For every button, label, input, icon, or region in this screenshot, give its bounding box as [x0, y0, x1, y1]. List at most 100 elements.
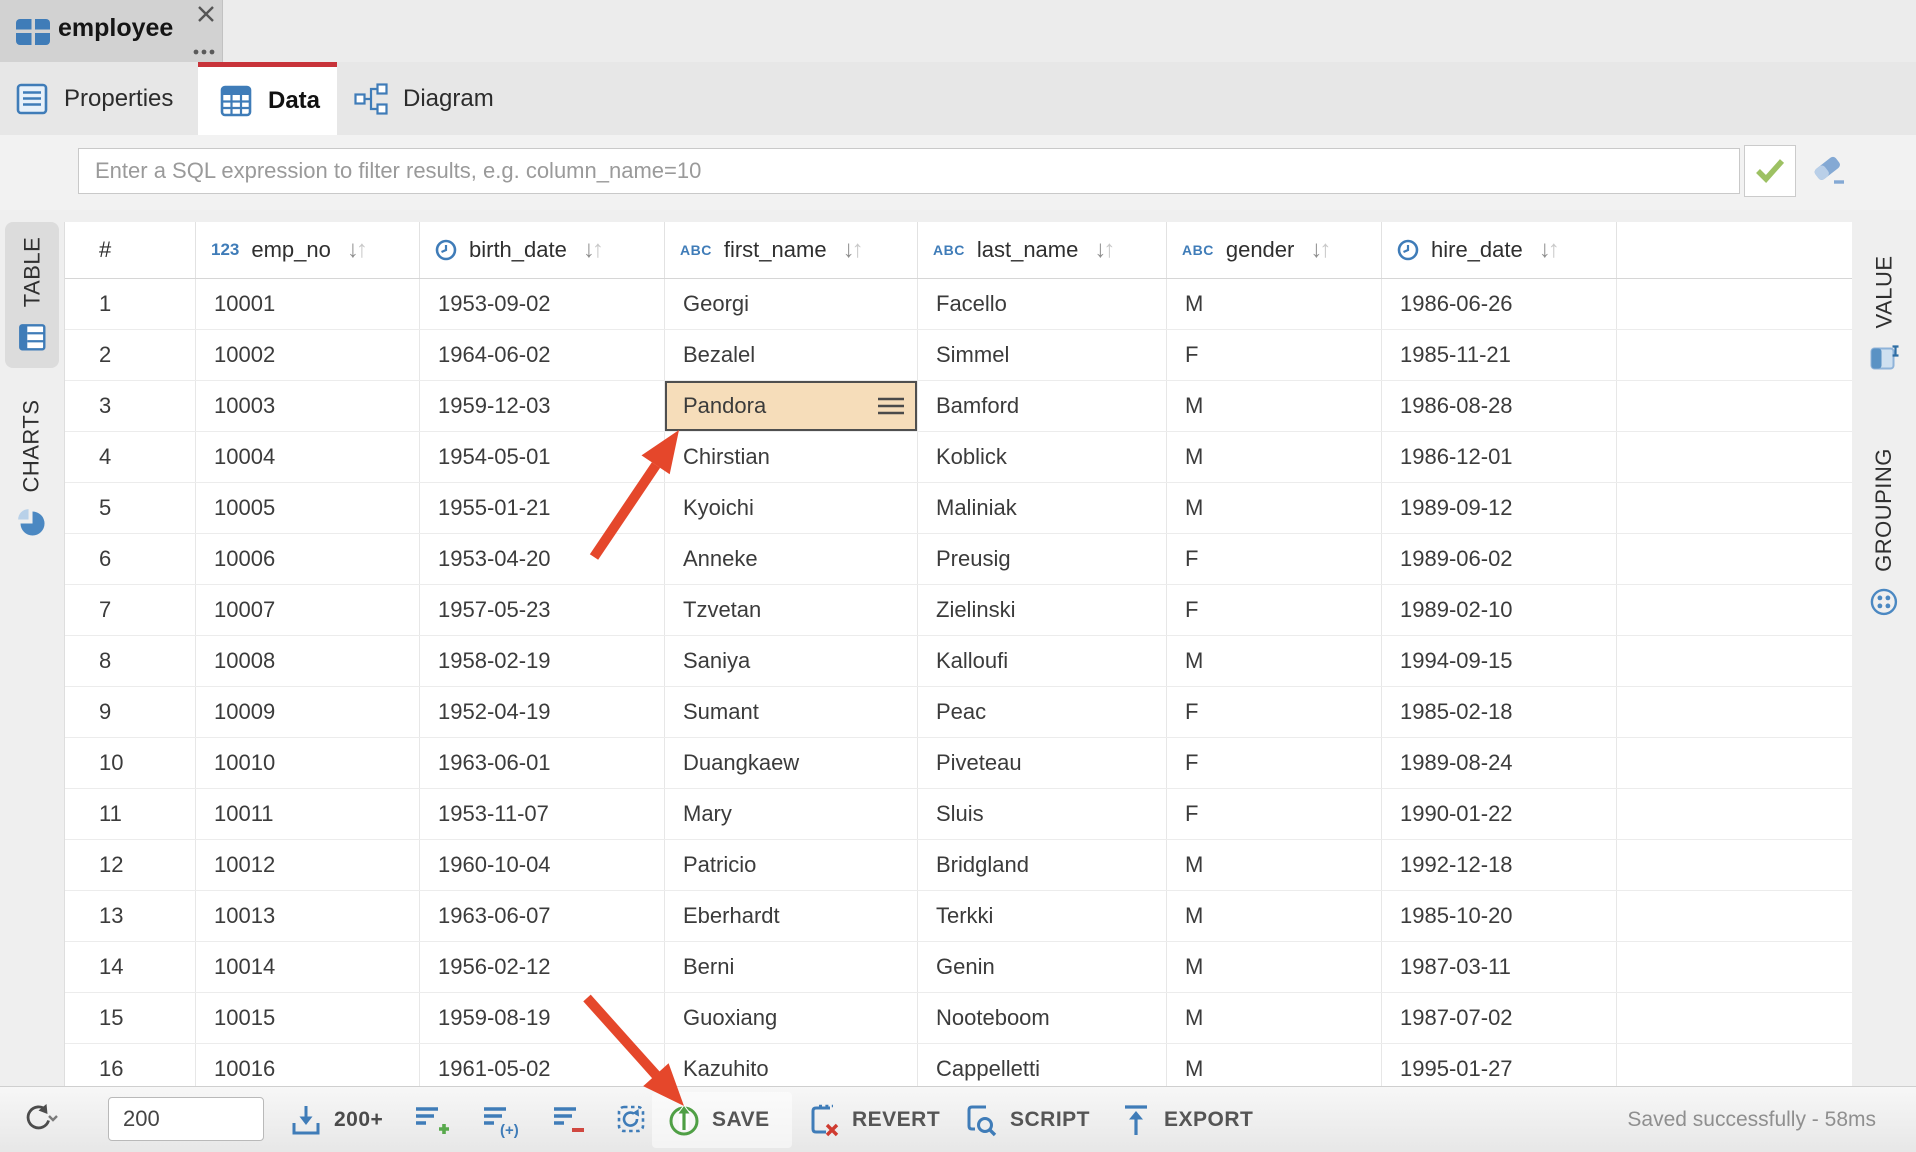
row-number[interactable]: 2: [65, 330, 196, 380]
row-number[interactable]: 13: [65, 891, 196, 941]
grid-cell-first_name-row8[interactable]: Saniya: [665, 636, 918, 686]
grid-cell-last_name-row12[interactable]: Bridgland: [918, 840, 1167, 890]
row-number[interactable]: 6: [65, 534, 196, 584]
row-number[interactable]: 1: [65, 279, 196, 329]
grid-cell-gender-row9[interactable]: F: [1167, 687, 1382, 737]
revert-button[interactable]: REVERT: [806, 1087, 940, 1152]
grid-cell-emp_no-row7[interactable]: 10007: [196, 585, 420, 635]
grid-cell-hire_date-row9[interactable]: 1985-02-18: [1382, 687, 1617, 737]
grid-cell-gender-row7[interactable]: F: [1167, 585, 1382, 635]
grid-cell-first_name-row14[interactable]: Berni: [665, 942, 918, 992]
grid-cell-hire_date-row2[interactable]: 1985-11-21: [1382, 330, 1617, 380]
grid-cell-birth_date-row14[interactable]: 1956-02-12: [420, 942, 665, 992]
grid-cell-last_name-row9[interactable]: Peac: [918, 687, 1167, 737]
grid-cell-emp_no-row5[interactable]: 10005: [196, 483, 420, 533]
sql-filter-input[interactable]: [78, 148, 1740, 194]
sort-icons[interactable]: ↓↑: [1539, 236, 1557, 264]
grid-cell-first_name-row5[interactable]: Kyoichi: [665, 483, 918, 533]
grid-cell-hire_date-row13[interactable]: 1985-10-20: [1382, 891, 1617, 941]
grid-cell-emp_no-row13[interactable]: 10013: [196, 891, 420, 941]
sort-icons[interactable]: ↓↑: [583, 236, 601, 264]
sort-icons[interactable]: ↓↑: [1094, 236, 1112, 264]
panel-tab-charts[interactable]: CHARTS: [0, 390, 64, 548]
fetch-next-page-button[interactable]: 200+: [288, 1087, 383, 1152]
fetch-size-input[interactable]: [108, 1097, 264, 1141]
grid-cell-gender-row15[interactable]: M: [1167, 993, 1382, 1043]
grid-cell-birth_date-row3[interactable]: 1959-12-03: [420, 381, 665, 431]
row-number[interactable]: 10: [65, 738, 196, 788]
grid-cell-first_name-row2[interactable]: Bezalel: [665, 330, 918, 380]
grid-cell-birth_date-row10[interactable]: 1963-06-01: [420, 738, 665, 788]
grid-cell-first_name-row15[interactable]: Guoxiang: [665, 993, 918, 1043]
grid-cell-emp_no-row3[interactable]: 10003: [196, 381, 420, 431]
tab-properties[interactable]: Properties: [0, 62, 198, 135]
column-header-hire_date[interactable]: hire_date↓↑: [1382, 222, 1617, 278]
grid-cell-last_name-row7[interactable]: Zielinski: [918, 585, 1167, 635]
grid-cell-last_name-row6[interactable]: Preusig: [918, 534, 1167, 584]
grid-cell-gender-row6[interactable]: F: [1167, 534, 1382, 584]
grid-cell-gender-row4[interactable]: M: [1167, 432, 1382, 482]
grid-cell-birth_date-row4[interactable]: 1954-05-01: [420, 432, 665, 482]
grid-cell-emp_no-row1[interactable]: 10001: [196, 279, 420, 329]
grid-cell-hire_date-row7[interactable]: 1989-02-10: [1382, 585, 1617, 635]
grid-cell-first_name-row1[interactable]: Georgi: [665, 279, 918, 329]
grid-cell-emp_no-row4[interactable]: 10004: [196, 432, 420, 482]
grid-cell-last_name-row4[interactable]: Koblick: [918, 432, 1167, 482]
column-header-birth_date[interactable]: birth_date↓↑: [420, 222, 665, 278]
grid-cell-gender-row2[interactable]: F: [1167, 330, 1382, 380]
grid-cell-hire_date-row14[interactable]: 1987-03-11: [1382, 942, 1617, 992]
selected-cell-first_name[interactable]: Pandora: [665, 381, 918, 431]
row-number[interactable]: 9: [65, 687, 196, 737]
grid-cell-last_name-row13[interactable]: Terkki: [918, 891, 1167, 941]
grid-cell-birth_date-row6[interactable]: 1953-04-20: [420, 534, 665, 584]
grid-cell-hire_date-row11[interactable]: 1990-01-22: [1382, 789, 1617, 839]
grid-cell-last_name-row11[interactable]: Sluis: [918, 789, 1167, 839]
refresh-button[interactable]: [20, 1087, 60, 1152]
grid-cell-hire_date-row6[interactable]: 1989-06-02: [1382, 534, 1617, 584]
grid-cell-emp_no-row14[interactable]: 10014: [196, 942, 420, 992]
grid-cell-birth_date-row13[interactable]: 1963-06-07: [420, 891, 665, 941]
grid-cell-birth_date-row2[interactable]: 1964-06-02: [420, 330, 665, 380]
grid-cell-emp_no-row10[interactable]: 10010: [196, 738, 420, 788]
grid-cell-first_name-row4[interactable]: Chirstian: [665, 432, 918, 482]
column-header-rownum[interactable]: #: [65, 222, 196, 278]
grid-cell-hire_date-row5[interactable]: 1989-09-12: [1382, 483, 1617, 533]
sort-icons[interactable]: ↓↑: [347, 236, 365, 264]
column-header-emp_no[interactable]: 123emp_no↓↑: [196, 222, 420, 278]
grid-cell-gender-row13[interactable]: M: [1167, 891, 1382, 941]
grid-cell-birth_date-row5[interactable]: 1955-01-21: [420, 483, 665, 533]
script-button[interactable]: SCRIPT: [962, 1087, 1090, 1152]
column-header-last_name[interactable]: ABClast_name↓↑: [918, 222, 1167, 278]
grid-cell-emp_no-row8[interactable]: 10008: [196, 636, 420, 686]
column-header-gender[interactable]: ABCgender↓↑: [1167, 222, 1382, 278]
row-number[interactable]: 11: [65, 789, 196, 839]
tab-diagram[interactable]: Diagram: [337, 62, 522, 135]
delete-row-button[interactable]: [550, 1087, 586, 1152]
grid-cell-hire_date-row12[interactable]: 1992-12-18: [1382, 840, 1617, 890]
row-number[interactable]: 7: [65, 585, 196, 635]
tab-data-active[interactable]: Data: [198, 62, 337, 135]
grid-cell-first_name-row6[interactable]: Anneke: [665, 534, 918, 584]
clear-filter-button[interactable]: [1806, 149, 1852, 193]
sort-icons[interactable]: ↓↑: [843, 236, 861, 264]
save-button[interactable]: SAVE: [666, 1087, 770, 1152]
grid-cell-emp_no-row11[interactable]: 10011: [196, 789, 420, 839]
grid-cell-gender-row8[interactable]: M: [1167, 636, 1382, 686]
add-row-button[interactable]: [412, 1087, 450, 1152]
grid-cell-last_name-row2[interactable]: Simmel: [918, 330, 1167, 380]
grid-cell-emp_no-row12[interactable]: 10012: [196, 840, 420, 890]
grid-cell-gender-row10[interactable]: F: [1167, 738, 1382, 788]
grid-cell-last_name-row10[interactable]: Piveteau: [918, 738, 1167, 788]
grid-cell-first_name-row11[interactable]: Mary: [665, 789, 918, 839]
grid-cell-birth_date-row7[interactable]: 1957-05-23: [420, 585, 665, 635]
more-dots-icon[interactable]: [192, 46, 216, 58]
sort-icons[interactable]: ↓↑: [1310, 236, 1328, 264]
grid-cell-gender-row11[interactable]: F: [1167, 789, 1382, 839]
grid-cell-last_name-row1[interactable]: Facello: [918, 279, 1167, 329]
grid-cell-hire_date-row4[interactable]: 1986-12-01: [1382, 432, 1617, 482]
row-number[interactable]: 4: [65, 432, 196, 482]
grid-cell-last_name-row3[interactable]: Bamford: [918, 381, 1167, 431]
grid-cell-birth_date-row8[interactable]: 1958-02-19: [420, 636, 665, 686]
grid-cell-hire_date-row1[interactable]: 1986-06-26: [1382, 279, 1617, 329]
grid-cell-hire_date-row3[interactable]: 1986-08-28: [1382, 381, 1617, 431]
